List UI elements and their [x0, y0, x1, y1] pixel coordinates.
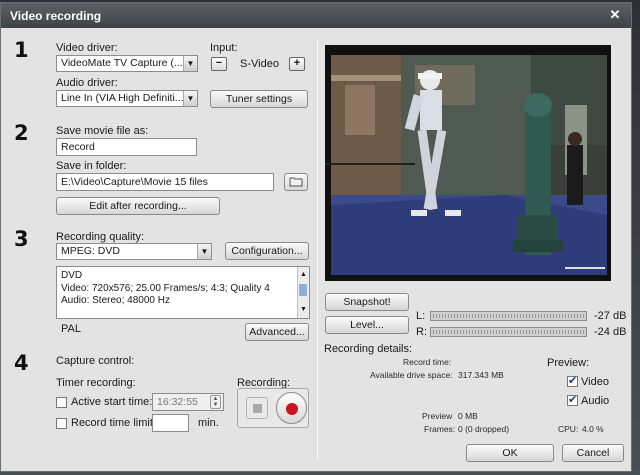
record-button[interactable] — [276, 392, 307, 424]
record-time-label: Record time: — [403, 357, 452, 367]
recording-controls — [237, 388, 309, 428]
scroll-down-icon[interactable]: ▼ — [300, 304, 307, 317]
record-icon — [286, 403, 298, 415]
scroll-up-icon[interactable]: ▲ — [300, 269, 307, 282]
video-preview — [325, 45, 611, 281]
chevron-down-icon: ▼ — [197, 244, 211, 259]
left-channel-label: L: — [416, 310, 426, 322]
frames-label: Frames: — [424, 424, 456, 434]
preview-audio-checkbox[interactable] — [567, 393, 578, 406]
ok-button[interactable]: OK — [466, 444, 554, 462]
quality-details-box[interactable]: DVD Video: 720x576; 25.00 Frames/s; 4:3;… — [56, 266, 310, 319]
advanced-button[interactable]: Advanced... — [245, 323, 309, 341]
folder-path-input[interactable]: E:\Video\Capture\Movie 15 files — [56, 173, 274, 191]
input-previous-button[interactable]: − — [211, 57, 227, 71]
cpu-value: 4.0 % — [582, 424, 604, 434]
preview-audio-label: Audio — [581, 395, 610, 407]
file-name-input[interactable]: Record — [56, 138, 197, 156]
quality-detail-line: Video: 720x576; 25.00 Frames/s; 4:3; Qua… — [61, 282, 270, 294]
stop-button[interactable] — [246, 397, 268, 419]
chevron-down-icon: ▼ — [183, 56, 197, 71]
video-frame-image — [325, 45, 611, 281]
video-driver-value: VideoMate TV Capture (... — [61, 57, 183, 69]
browse-folder-button[interactable] — [284, 173, 308, 191]
scrollbar-thumb[interactable] — [299, 284, 307, 296]
record-limit-label: Record time limit: — [71, 417, 156, 429]
timer-recording-label: Timer recording: — [56, 377, 136, 389]
details-scrollbar[interactable]: ▲ ▼ — [297, 267, 309, 318]
recording-details-title: Recording details: — [324, 343, 413, 355]
section-number-2: 2 — [14, 121, 29, 145]
tuner-settings-button[interactable]: Tuner settings — [210, 90, 308, 108]
video-recording-dialog: Video recording ✕ 1 Video driver: VideoM… — [0, 2, 632, 472]
right-level-meter — [430, 327, 587, 337]
frames-value: 0 (0 dropped) — [458, 424, 510, 434]
cpu-label: CPU: — [558, 424, 579, 434]
edit-after-recording-button[interactable]: Edit after recording... — [56, 197, 220, 215]
stop-icon — [253, 404, 262, 413]
configuration-button[interactable]: Configuration... — [225, 242, 309, 260]
start-time-value: 16:32:55 — [157, 396, 198, 408]
snapshot-button[interactable]: Snapshot! — [325, 293, 409, 311]
drive-space-label: Available drive space: — [370, 370, 453, 380]
video-driver-label: Video driver: — [56, 42, 118, 54]
save-file-label: Save movie file as: — [56, 125, 149, 137]
audio-driver-label: Audio driver: — [56, 77, 118, 89]
video-driver-select[interactable]: VideoMate TV Capture (... ▼ — [56, 55, 198, 72]
input-next-button[interactable]: + — [289, 57, 305, 71]
folder-icon — [289, 177, 303, 187]
preview-size-value: 0 MB — [458, 411, 478, 421]
level-button[interactable]: Level... — [325, 316, 409, 334]
audio-driver-value: Line In (VIA High Definiti... — [61, 92, 184, 104]
audio-driver-select[interactable]: Line In (VIA High Definiti... ▼ — [56, 90, 198, 107]
capture-control-label: Capture control: — [56, 355, 135, 367]
title-bar: Video recording ✕ — [1, 3, 631, 28]
recording-quality-select[interactable]: MPEG: DVD ▼ — [56, 243, 212, 260]
recording-quality-label: Recording quality: — [56, 231, 145, 243]
save-folder-label: Save in folder: — [56, 160, 127, 172]
time-spinner-icon[interactable]: ▲ ▼ — [210, 395, 221, 409]
cancel-button[interactable]: Cancel — [562, 444, 624, 462]
panel-divider — [317, 39, 318, 459]
quality-detail-line: Audio: Stereo; 48000 Hz — [61, 295, 170, 306]
record-limit-checkbox[interactable] — [56, 418, 67, 429]
start-time-input[interactable]: 16:32:55 ▲ ▼ — [152, 393, 224, 411]
minutes-unit-label: min. — [198, 417, 219, 429]
preview-video-label: Video — [581, 376, 609, 388]
close-icon[interactable]: ✕ — [608, 8, 622, 22]
record-limit-input[interactable] — [152, 414, 189, 432]
input-label: Input: — [210, 42, 238, 54]
active-start-label: Active start time: — [71, 396, 153, 408]
meter-ticks — [433, 330, 584, 334]
drive-space-value: 317.343 MB — [458, 370, 504, 380]
section-number-4: 4 — [14, 351, 29, 375]
window-title: Video recording — [10, 9, 102, 23]
preview-size-label: Preview — [422, 411, 453, 421]
preview-options-label: Preview: — [547, 357, 590, 369]
input-value: S-Video — [240, 58, 279, 70]
recording-quality-value: MPEG: DVD — [61, 245, 120, 257]
preview-video-checkbox[interactable] — [567, 374, 578, 387]
meter-ticks — [433, 314, 584, 318]
right-channel-label: R: — [416, 326, 427, 338]
video-standard-label: PAL — [61, 323, 81, 335]
quality-detail-line: DVD — [61, 270, 83, 281]
section-number-1: 1 — [14, 38, 29, 62]
left-db-value: -27 dB — [594, 310, 627, 322]
right-db-value: -24 dB — [594, 326, 627, 338]
left-level-meter — [430, 311, 587, 321]
section-number-3: 3 — [14, 227, 29, 251]
chevron-down-icon: ▼ — [183, 91, 197, 106]
active-start-checkbox[interactable] — [56, 397, 67, 408]
